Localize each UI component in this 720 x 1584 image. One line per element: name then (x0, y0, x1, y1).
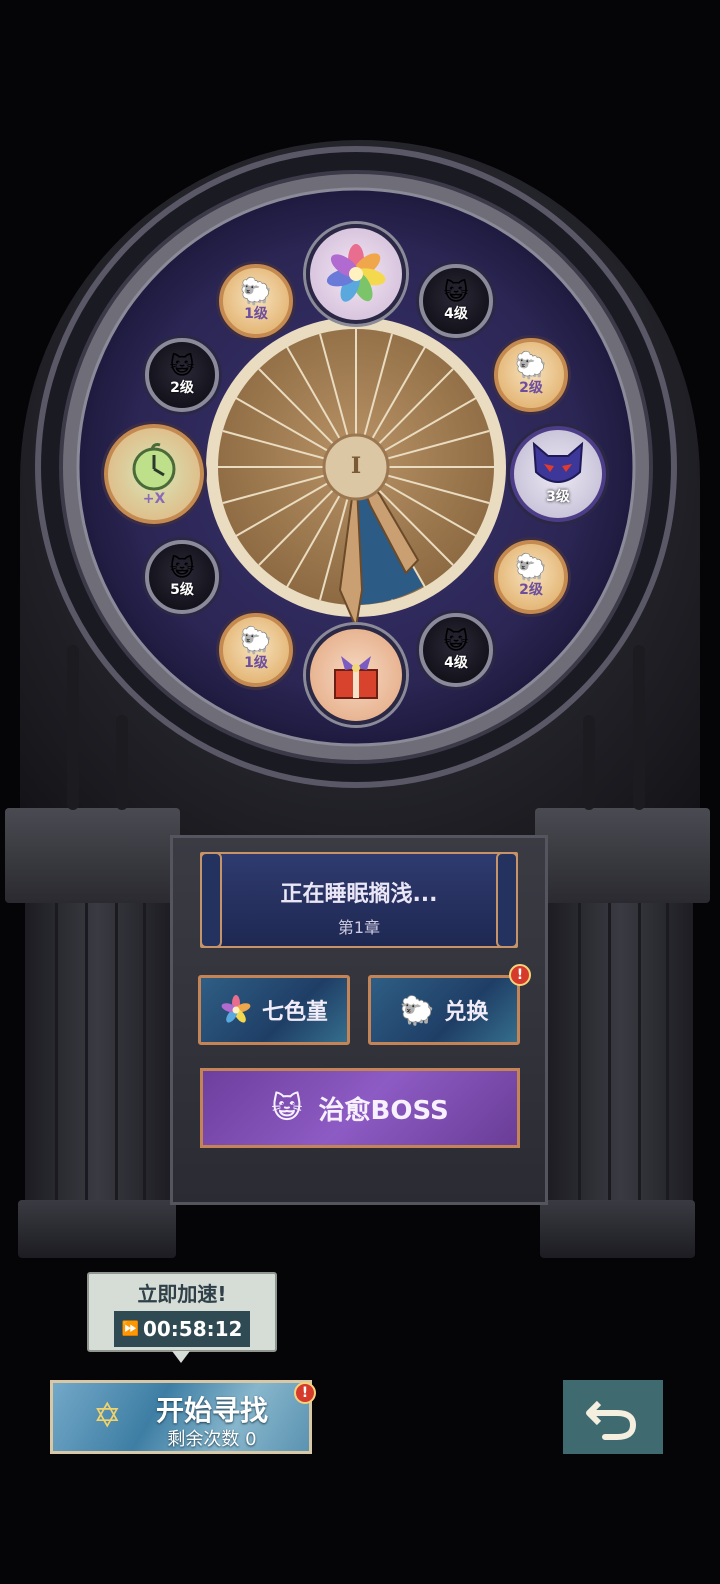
left-pillar (25, 900, 170, 1205)
cat-node-4[interactable]: 😺 4级 (419, 613, 493, 687)
exchange-button-label: 兑换 (444, 1000, 489, 1025)
heal-boss-button[interactable]: 😺 治愈BOSS (200, 1068, 520, 1148)
back-button[interactable] (563, 1380, 663, 1454)
sheep-node-4[interactable]: 🐑 1级 (219, 613, 293, 687)
banner-cap-right (496, 852, 518, 948)
speedup-tooltip[interactable]: 立即加速! ⏩ 00:58:12 (87, 1272, 277, 1352)
seven-color-flower-button[interactable]: 七色堇 (198, 975, 350, 1045)
timer-box: ⏩ 00:58:12 (114, 1311, 250, 1347)
sheep-node-3[interactable]: 🐑 2级 (494, 540, 568, 614)
cat-node-2[interactable]: 😺 2级 (145, 338, 219, 412)
tooltip-pointer (172, 1351, 190, 1363)
sheep-icon: 🐑 (239, 277, 273, 307)
status-title: 正在睡眠搁浅... (280, 882, 438, 907)
sheep-node-2[interactable]: 🐑 2级 (494, 338, 568, 412)
banner-cap-left (200, 852, 222, 948)
speedup-timer: 00:58:12 (142, 1317, 243, 1341)
right-pillar-base (540, 1200, 695, 1258)
cat-node-1[interactable]: 😺 4级 (419, 264, 493, 338)
start-label: 开始寻找 (155, 1394, 268, 1427)
right-pillar (548, 900, 693, 1205)
flower-node[interactable] (306, 224, 406, 324)
clock-icon (132, 443, 176, 491)
flower-button-label: 七色堇 (261, 1000, 328, 1025)
gift-node[interactable] (306, 625, 406, 725)
exchange-button[interactable]: 🐑 兑换 (368, 975, 520, 1045)
boss-cat-mask-icon (532, 442, 584, 483)
gift-box-icon (334, 656, 378, 699)
sheep-icon: 🐑 (514, 351, 548, 381)
cat-mask-icon: 😺 (271, 1090, 303, 1126)
status-banner: 正在睡眠搁浅... 第1章 (200, 852, 518, 948)
left-pillar-base (18, 1200, 176, 1258)
fast-forward-icon: ⏩ (121, 1321, 139, 1337)
heal-boss-label: 治愈BOSS (318, 1095, 449, 1126)
boss-cat-node[interactable]: 3级 (510, 426, 606, 522)
cat-mask-icon: 😺 (443, 627, 469, 655)
cat-mask-icon: 😺 (169, 554, 195, 582)
sheep-node-1[interactable]: 🐑 1级 (219, 264, 293, 338)
speedup-title: 立即加速! (137, 1282, 227, 1306)
start-alert-badge: ! (294, 1382, 316, 1404)
start-search-button[interactable]: ✡ 开始寻找 剩余次数 0 (50, 1380, 312, 1454)
cat-mask-icon: 😺 (169, 352, 195, 380)
cat-node-3[interactable]: 😺 5级 (145, 540, 219, 614)
sheep-icon: 🐑 (239, 626, 273, 656)
center-numeral: I (350, 453, 362, 479)
clock-bonus-node[interactable]: +X (104, 424, 204, 524)
exchange-alert-badge: ! (509, 964, 531, 986)
seven-color-flower-icon (326, 244, 386, 302)
sheep-icon: 🐑 (399, 993, 435, 1027)
undo-arrow-icon (586, 1400, 637, 1440)
flower-icon (221, 995, 251, 1023)
star-of-david-icon: ✡ (93, 1396, 122, 1436)
remaining-count: 剩余次数 0 (167, 1429, 257, 1450)
chapter-label: 第1章 (337, 918, 381, 937)
cat-mask-icon: 😺 (443, 278, 469, 306)
sheep-icon: 🐑 (514, 553, 548, 583)
